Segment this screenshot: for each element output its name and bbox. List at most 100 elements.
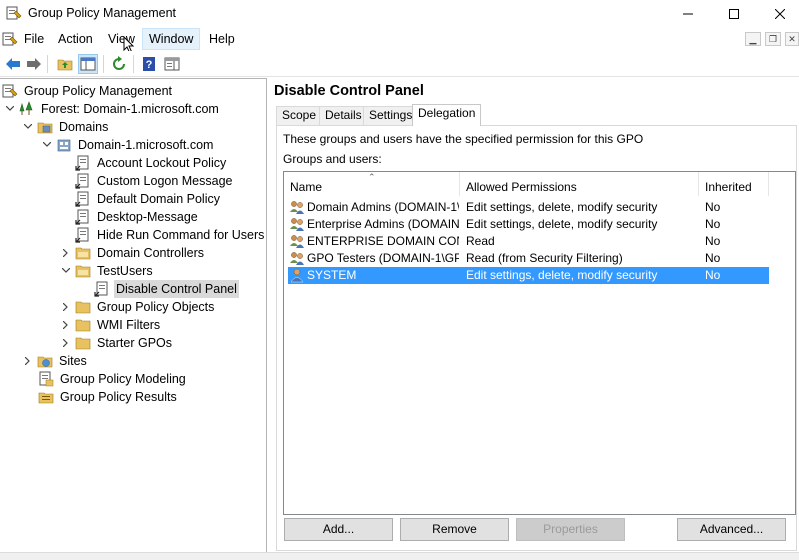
- list-row[interactable]: Domain Admins (DOMAIN-1\... Edit setting…: [288, 199, 769, 216]
- tab-details[interactable]: Details: [319, 106, 368, 125]
- folder-icon: [75, 299, 91, 315]
- console-tree[interactable]: Group Policy Management Forest: Domain-1…: [0, 78, 267, 552]
- column-header-inherited[interactable]: Inherited: [699, 172, 769, 196]
- show-hide-action-pane-button[interactable]: [162, 54, 182, 74]
- tree-item-label: Sites: [59, 354, 87, 368]
- chevron-down-icon[interactable]: [4, 100, 16, 118]
- chevron-right-icon[interactable]: [22, 352, 34, 370]
- maximize-button[interactable]: [711, 0, 757, 27]
- tree-item-forest[interactable]: Forest: Domain-1.microsoft.com: [4, 100, 221, 118]
- list-row[interactable]: ENTERPRISE DOMAIN CON... Read No: [288, 233, 769, 250]
- gpm-app-icon: [6, 5, 22, 21]
- tab-settings[interactable]: Settings: [363, 106, 419, 125]
- row-permission: Edit settings, delete, modify security: [466, 268, 658, 282]
- tree-item-hide-run-command[interactable]: Hide Run Command for Users: [75, 226, 266, 244]
- column-header-label: Name: [290, 180, 323, 194]
- gpo-link-icon: [75, 227, 91, 243]
- column-header-allowed-permissions[interactable]: Allowed Permissions: [460, 172, 699, 196]
- minimize-button[interactable]: [665, 0, 711, 27]
- tree-item-label: Forest: Domain-1.microsoft.com: [41, 102, 219, 116]
- action-pane-icon: [164, 57, 180, 71]
- tree-item-domain-controllers[interactable]: Domain Controllers: [60, 244, 206, 262]
- tree-item-testusers[interactable]: TestUsers: [60, 262, 155, 280]
- tab-delegation[interactable]: Delegation: [412, 104, 482, 126]
- tab-scope[interactable]: Scope: [276, 106, 323, 125]
- tree-item-label: Group Policy Results: [60, 390, 177, 404]
- ou-folder-icon: [75, 245, 91, 261]
- toolbar-separator: [133, 55, 134, 73]
- forward-arrow-icon: [27, 58, 41, 70]
- show-hide-console-tree-button[interactable]: [78, 54, 98, 74]
- gpm-icon: [2, 83, 18, 99]
- domain-icon: [56, 137, 72, 153]
- tree-item-account-lockout-policy[interactable]: Account Lockout Policy: [75, 154, 228, 172]
- chevron-right-icon[interactable]: [60, 334, 72, 352]
- chevron-right-icon[interactable]: [60, 244, 72, 262]
- column-header-name[interactable]: Name ⌃: [284, 172, 460, 196]
- tree-item-starter-gpos[interactable]: Starter GPOs: [60, 334, 174, 352]
- toolbar-separator: [47, 55, 48, 73]
- list-row[interactable]: GPO Testers (DOMAIN-1\GP... Read (from S…: [288, 250, 769, 267]
- refresh-button[interactable]: [109, 54, 129, 74]
- groups-users-list[interactable]: Name ⌃ Allowed Permissions Inherited Dom…: [283, 171, 796, 515]
- chevron-down-icon[interactable]: [41, 136, 53, 154]
- groups-and-users-label: Groups and users:: [283, 152, 382, 166]
- close-button[interactable]: [757, 0, 799, 27]
- tree-item-domains[interactable]: Domains: [22, 118, 110, 136]
- advanced-button[interactable]: Advanced...: [677, 518, 786, 541]
- tree-item-custom-logon-message[interactable]: Custom Logon Message: [75, 172, 235, 190]
- back-button[interactable]: [3, 54, 23, 74]
- list-row-selected[interactable]: SYSTEM Edit settings, delete, modify sec…: [288, 267, 769, 284]
- forest-icon: [19, 101, 35, 117]
- sort-ascending-icon: ⌃: [368, 172, 376, 182]
- mdi-minimize-button[interactable]: ▁: [745, 32, 761, 46]
- menu-view[interactable]: View: [102, 28, 141, 50]
- tree-item-desktop-message[interactable]: Desktop-Message: [75, 208, 200, 226]
- tree-item-wmi-filters[interactable]: WMI Filters: [60, 316, 162, 334]
- chevron-right-icon[interactable]: [60, 316, 72, 334]
- tree-item-domain-1[interactable]: Domain-1.microsoft.com: [41, 136, 215, 154]
- column-header-label: Allowed Permissions: [466, 180, 577, 194]
- menu-action[interactable]: Action: [52, 28, 99, 50]
- tree-item-label: Account Lockout Policy: [97, 156, 227, 170]
- tree-item-label: Group Policy Objects: [97, 300, 215, 314]
- tree-item-sites[interactable]: Sites: [22, 352, 89, 370]
- row-inherited: No: [705, 200, 721, 214]
- domains-folder-icon: [37, 119, 53, 135]
- tree-item-group-policy-modeling[interactable]: Group Policy Modeling: [38, 370, 188, 388]
- tree-item-default-domain-policy[interactable]: Default Domain Policy: [75, 190, 222, 208]
- tree-item-group-policy-results[interactable]: Group Policy Results: [38, 388, 179, 406]
- system-menu-icon[interactable]: [2, 31, 18, 47]
- tree-item-label: Desktop-Message: [97, 210, 198, 224]
- mdi-restore-button[interactable]: ❐: [765, 32, 781, 46]
- remove-button[interactable]: Remove: [400, 518, 509, 541]
- tree-item-label: Starter GPOs: [97, 336, 173, 350]
- users-icon: [289, 199, 305, 215]
- chevron-right-icon[interactable]: [60, 298, 72, 316]
- column-header-label: Inherited: [705, 180, 752, 194]
- tree-item-label: Disable Control Panel: [114, 280, 239, 298]
- tree-item-disable-control-panel[interactable]: Disable Control Panel: [94, 280, 239, 298]
- menu-help[interactable]: Help: [203, 28, 241, 50]
- ou-folder-icon: [75, 263, 91, 279]
- chevron-down-icon[interactable]: [60, 262, 72, 280]
- row-inherited: No: [705, 268, 721, 282]
- forward-button[interactable]: [24, 54, 44, 74]
- tree-item-gpm-root[interactable]: Group Policy Management: [2, 82, 174, 100]
- mdi-close-button[interactable]: ✕: [785, 32, 799, 46]
- help-button[interactable]: ?: [139, 54, 159, 74]
- menu-file[interactable]: File: [18, 28, 50, 50]
- add-button[interactable]: Add...: [284, 518, 393, 541]
- up-one-level-button[interactable]: [55, 54, 75, 74]
- user-icon: [289, 267, 305, 283]
- tree-item-group-policy-objects[interactable]: Group Policy Objects: [60, 298, 216, 316]
- gpo-link-icon: [94, 281, 110, 297]
- list-row[interactable]: Enterprise Admins (DOMAIN-... Edit setti…: [288, 216, 769, 233]
- row-inherited: No: [705, 251, 721, 265]
- gpo-link-icon: [75, 209, 91, 225]
- menu-window[interactable]: Window: [142, 28, 201, 50]
- properties-button[interactable]: Properties: [516, 518, 625, 541]
- row-inherited: No: [705, 217, 721, 231]
- tree-item-label: Group Policy Management: [24, 84, 172, 98]
- chevron-down-icon[interactable]: [22, 118, 34, 136]
